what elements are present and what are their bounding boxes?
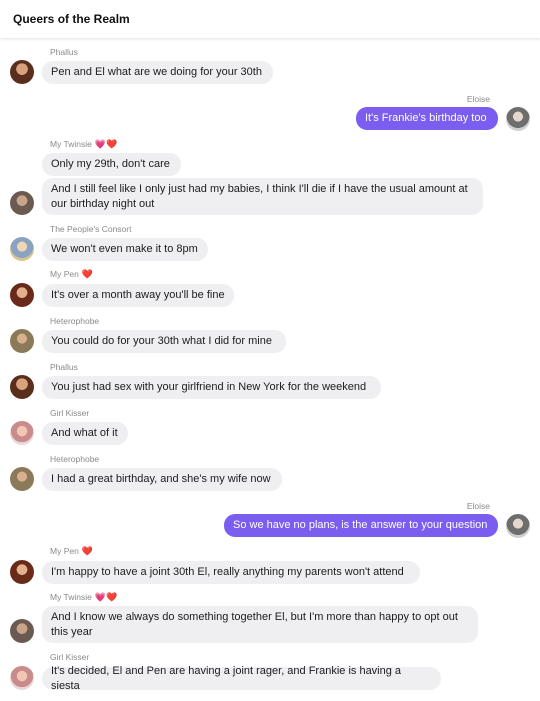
message-bubble[interactable]: It's Frankie's birthday too — [356, 107, 498, 130]
avatar-eloise[interactable] — [506, 514, 530, 538]
avatar-my-twinsie[interactable] — [10, 619, 34, 643]
chat-title: Queers of the Realm — [13, 12, 130, 26]
avatar-heterophobe[interactable] — [10, 467, 34, 491]
message-bubble[interactable]: You could do for your 30th what I did fo… — [42, 330, 286, 353]
message-list[interactable]: Phallus Pen and El what are we doing for… — [0, 38, 540, 701]
message-sender-row: My Twinsie 💗❤️ — [50, 592, 117, 603]
message-sender: Eloise — [466, 501, 490, 511]
message-bubble[interactable]: We won't even make it to 8pm — [42, 238, 208, 261]
avatar-peoples-consort[interactable] — [10, 237, 34, 261]
avatar-phallus[interactable] — [10, 60, 34, 84]
message-bubble[interactable]: I'm happy to have a joint 30th El, reall… — [42, 561, 420, 584]
message-sender: My Pen — [50, 269, 79, 279]
hearts-emoji: 💗❤️ — [95, 139, 117, 149]
message-bubble[interactable]: And I know we always do something togeth… — [42, 606, 478, 643]
red-heart-icon: ❤️ — [106, 592, 118, 602]
message-sender: Girl Kisser — [50, 652, 90, 662]
message-bubble[interactable]: And what of it — [42, 422, 128, 445]
pink-heart-icon: 💗 — [94, 592, 107, 602]
message-sender: My Pen — [50, 546, 79, 556]
message-sender: Phallus — [50, 47, 78, 57]
message-bubble[interactable]: You just had sex with your girlfriend in… — [42, 376, 381, 399]
message-bubble[interactable]: Only my 29th, don't care — [42, 153, 181, 176]
avatar-my-pen[interactable] — [10, 283, 34, 307]
avatar-girl-kisser[interactable] — [10, 421, 34, 445]
message-bubble[interactable]: It's over a month away you'll be fine — [42, 284, 234, 307]
hearts-emoji: ❤️ — [82, 546, 93, 556]
message-sender: Heterophobe — [50, 316, 100, 326]
avatar-eloise[interactable] — [506, 107, 530, 131]
message-bubble[interactable]: Pen and El what are we doing for your 30… — [42, 61, 273, 84]
message-bubble[interactable]: And I still feel like I only just had my… — [42, 178, 483, 215]
message-sender: Girl Kisser — [50, 408, 90, 418]
avatar-girl-kisser[interactable] — [10, 666, 34, 690]
red-heart-icon: ❤️ — [81, 269, 94, 279]
message-sender-row: My Pen ❤️ — [50, 546, 93, 557]
message-sender: My Twinsie — [50, 592, 92, 602]
message-sender: My Twinsie — [50, 139, 92, 149]
avatar-my-twinsie[interactable] — [10, 191, 34, 215]
message-sender-row: My Twinsie 💗❤️ — [50, 139, 117, 150]
avatar-heterophobe[interactable] — [10, 329, 34, 353]
message-sender: Heterophobe — [50, 454, 100, 464]
message-sender: Eloise — [466, 94, 490, 104]
message-bubble[interactable]: It's decided, El and Pen are having a jo… — [42, 665, 441, 692]
message-sender-row: My Pen ❤️ — [50, 269, 93, 280]
avatar-my-pen[interactable] — [10, 560, 34, 584]
avatar-phallus[interactable] — [10, 375, 34, 399]
message-bubble[interactable]: I had a great birthday, and she's my wif… — [42, 468, 282, 491]
red-heart-icon: ❤️ — [106, 139, 118, 149]
message-sender: The People's Consort — [50, 224, 132, 234]
hearts-emoji: ❤️ — [82, 269, 93, 279]
message-bubble[interactable]: So we have no plans, is the answer to yo… — [224, 514, 498, 537]
hearts-emoji: 💗❤️ — [95, 592, 117, 602]
chat-header: Queers of the Realm — [0, 0, 540, 38]
red-heart-icon: ❤️ — [81, 546, 94, 556]
pink-heart-icon: 💗 — [94, 139, 107, 149]
message-sender: Phallus — [50, 362, 78, 372]
